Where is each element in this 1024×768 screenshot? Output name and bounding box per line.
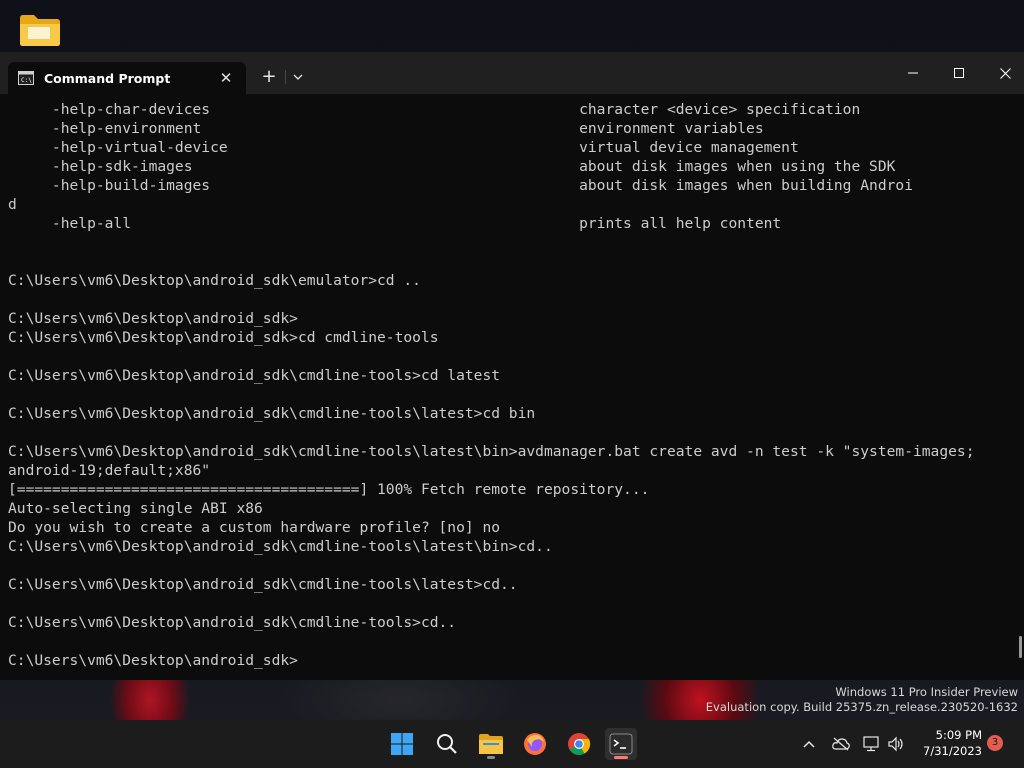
- title-bar[interactable]: C:\ Command Prompt ✕ +: [0, 52, 1024, 94]
- terminal-line: C:\Users\vm6\Desktop\android_sdk\cmdline…: [8, 538, 553, 555]
- evaluation-watermark: Windows 11 Pro Insider Preview Evaluatio…: [706, 685, 1018, 715]
- network-icon: [863, 736, 879, 752]
- show-hidden-icons-button[interactable]: [799, 734, 819, 754]
- cloud-offline-icon: [832, 737, 850, 751]
- close-button[interactable]: [982, 52, 1024, 94]
- volume-button[interactable]: [886, 734, 906, 754]
- terminal-line: C:\Users\vm6\Desktop\android_sdk\cmdline…: [8, 443, 975, 460]
- chrome-icon: [568, 733, 591, 755]
- clock-time: 5:09 PM: [935, 728, 982, 742]
- chrome-button[interactable]: [563, 728, 595, 760]
- search-icon: [437, 734, 457, 754]
- terminal-line: -help-virtual-device virtual device mana…: [8, 139, 799, 156]
- chevron-up-icon: [803, 740, 815, 748]
- terminal-line: C:\Users\vm6\Desktop\android_sdk\cmdline…: [8, 614, 457, 631]
- terminal-line: C:\Users\vm6\Desktop\android_sdk\cmdline…: [8, 405, 536, 422]
- file-explorer-icon: [479, 734, 503, 754]
- minimize-icon: [908, 72, 918, 74]
- onedrive-button[interactable]: [831, 734, 851, 754]
- watermark-line-1: Windows 11 Pro Insider Preview: [835, 685, 1018, 699]
- tab-separator: [285, 70, 286, 84]
- terminal-icon: [609, 733, 633, 755]
- search-button[interactable]: [431, 728, 463, 760]
- terminal-line: -help-environment environment variables: [8, 120, 764, 137]
- terminal-line: C:\Users\vm6\Desktop\android_sdk\cmdline…: [8, 576, 518, 593]
- maximize-button[interactable]: [936, 52, 982, 94]
- clock-date: 7/31/2023: [923, 744, 982, 758]
- terminal-line: android-19;default;x86": [8, 462, 211, 479]
- watermark-line-2: Evaluation copy. Build 25375.zn_release.…: [705, 700, 1018, 714]
- chevron-down-icon[interactable]: [288, 66, 308, 88]
- tab-close-icon[interactable]: ✕: [216, 68, 236, 88]
- new-tab-button[interactable]: +: [258, 66, 280, 88]
- tab-command-prompt[interactable]: C:\ Command Prompt ✕: [8, 62, 246, 94]
- tab-title: Command Prompt: [44, 70, 171, 86]
- clock[interactable]: 5:09 PM 7/31/2023: [916, 727, 982, 759]
- terminal-line: -help-char-devices character <device> sp…: [8, 101, 861, 118]
- command-prompt-window: C:\ Command Prompt ✕ + -help-char-device…: [0, 52, 1024, 680]
- start-button[interactable]: [386, 728, 418, 760]
- cmd-icon: C:\: [18, 71, 34, 85]
- taskbar: 5:09 PM 7/31/2023 3: [0, 720, 1024, 768]
- desktop-folder-icon[interactable]: [18, 12, 62, 48]
- terminal-line: -help-all prints all help content: [8, 215, 782, 232]
- terminal-line: C:\Users\vm6\Desktop\android_sdk>: [8, 310, 298, 327]
- close-icon: [999, 67, 1011, 79]
- terminal-line: C:\Users\vm6\Desktop\android_sdk\cmdline…: [8, 367, 501, 384]
- minimize-button[interactable]: [890, 52, 936, 94]
- start-icon: [391, 733, 413, 755]
- scrollbar-thumb[interactable]: [1019, 636, 1022, 658]
- terminal-line: C:\Users\vm6\Desktop\android_sdk>: [8, 652, 298, 669]
- terminal-line: [=======================================…: [8, 481, 650, 498]
- file-explorer-button[interactable]: [475, 728, 507, 760]
- terminal-line: C:\Users\vm6\Desktop\android_sdk>cd cmdl…: [8, 329, 439, 346]
- terminal-output[interactable]: -help-char-devices character <device> sp…: [8, 100, 1012, 676]
- running-indicator: [487, 756, 495, 759]
- active-indicator: [614, 756, 628, 759]
- network-button[interactable]: [862, 734, 882, 754]
- terminal-line: Auto-selecting single ABI x86: [8, 500, 263, 517]
- notification-badge[interactable]: 3: [987, 735, 1003, 751]
- terminal-line: -help-sdk-images about disk images when …: [8, 158, 896, 175]
- volume-icon: [888, 736, 903, 752]
- firefox-icon: [524, 733, 546, 755]
- terminal-line: C:\Users\vm6\Desktop\android_sdk\emulato…: [8, 272, 421, 289]
- terminal-line: -help-build-images about disk images whe…: [8, 177, 913, 194]
- terminal-button[interactable]: [605, 728, 637, 760]
- terminal-line: Do you wish to create a custom hardware …: [8, 519, 501, 536]
- maximize-icon: [954, 68, 964, 78]
- firefox-button[interactable]: [519, 728, 551, 760]
- svg-text:C:\: C:\: [21, 77, 32, 84]
- terminal-line: d: [8, 196, 17, 213]
